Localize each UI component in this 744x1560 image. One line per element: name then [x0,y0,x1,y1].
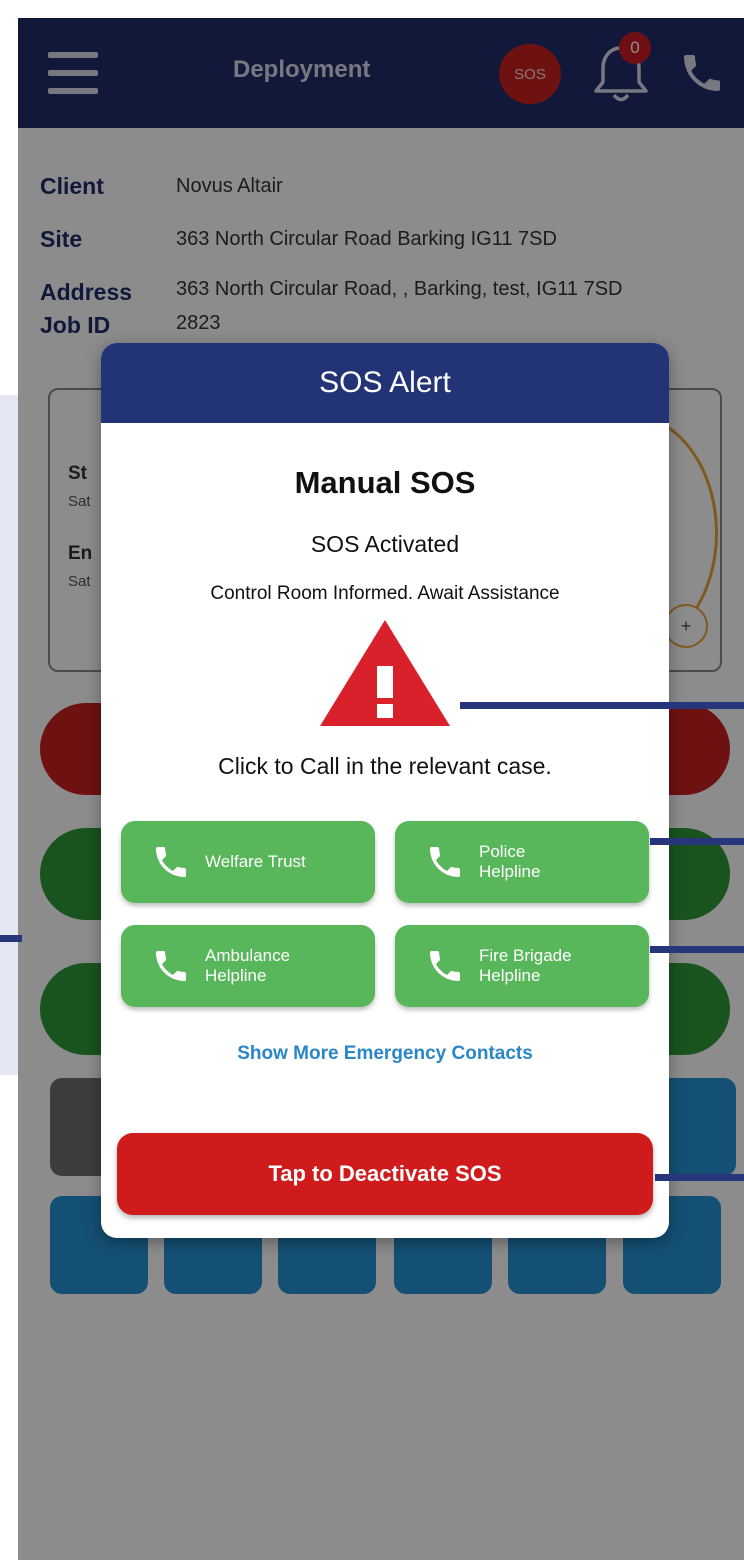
button-label: Ambulance Helpline [205,946,291,985]
welfare-trust-button[interactable]: Welfare Trust [121,821,375,903]
police-helpline-button[interactable]: Police Helpline [395,821,649,903]
dialog-header: SOS Alert [101,343,669,423]
callout-line [655,1174,744,1181]
sos-alert-dialog: SOS Alert Manual SOS SOS Activated Contr… [101,343,669,1238]
phone-icon [156,951,186,981]
phone-screen: Deployment SOS 0 Client Novus Altair Sit… [18,18,744,1560]
dialog-title: Manual SOS [294,465,476,500]
call-hint: Click to Call in the relevant case. [218,753,552,779]
status-message: Control Room Informed. Await Assistance [210,583,560,604]
button-label: Welfare Trust [205,852,306,871]
screenshot-root: Deployment SOS 0 Client Novus Altair Sit… [0,0,744,1560]
show-more-contacts-link[interactable]: Show More Emergency Contacts [101,1043,669,1065]
callout-line [650,946,744,953]
warning-icon [320,620,450,726]
ambulance-helpline-button[interactable]: Ambulance Helpline [121,925,375,1007]
sos-status: SOS Activated [310,531,460,557]
callout-line [460,702,744,709]
callout-line [650,838,744,845]
button-label: Fire Brigade Helpline [479,946,572,985]
button-label: Police Helpline [479,842,541,881]
phone-icon [156,847,186,877]
phone-icon [430,847,460,877]
phone-icon [430,951,460,981]
fire-brigade-helpline-button[interactable]: Fire Brigade Helpline [395,925,649,1007]
deactivate-sos-button[interactable]: Tap to Deactivate SOS [117,1133,653,1215]
callout-line [0,935,22,942]
